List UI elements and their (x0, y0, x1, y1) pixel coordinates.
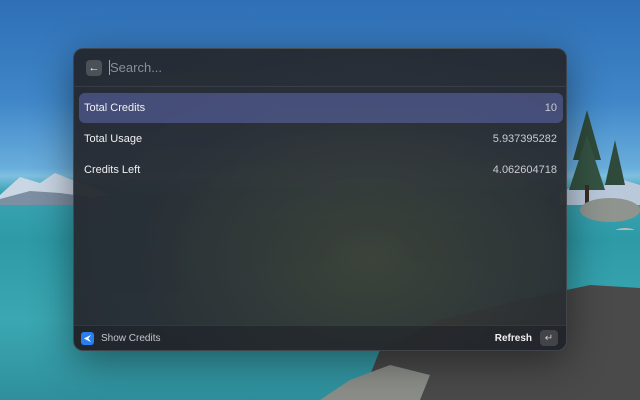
action-bar: Show Credits Refresh ↵ (74, 325, 566, 350)
command-info: Show Credits (81, 331, 161, 345)
results-list: Total Credits 10 Total Usage 5.937395282… (79, 93, 563, 186)
return-key-icon: ↵ (540, 330, 558, 346)
list-item-label: Total Usage (84, 133, 143, 145)
wallpaper-trees (569, 110, 640, 230)
back-button[interactable]: ← (86, 59, 102, 76)
list-item-value: 4.062604718 (492, 164, 557, 176)
search-bar: ← (74, 49, 566, 87)
list-item-value: 10 (544, 102, 557, 114)
raycast-app-icon (81, 331, 94, 345)
search-input[interactable] (110, 60, 510, 75)
primary-action[interactable]: Refresh ↵ (495, 330, 558, 346)
list-item-label: Total Credits (84, 102, 146, 114)
refresh-action-label: Refresh (494, 332, 532, 344)
back-arrow-icon: ← (88, 61, 100, 74)
command-palette-window: ← Total Credits 10 Total Usage 5.9373952… (73, 48, 567, 351)
list-item[interactable]: Total Usage 5.937395282 (79, 124, 563, 154)
list-item[interactable]: Credits Left 4.062604718 (79, 155, 563, 185)
list-item-label: Credits Left (84, 164, 141, 176)
command-title: Show Credits (101, 332, 161, 344)
list-item[interactable]: Total Credits 10 (79, 93, 563, 123)
list-item-value: 5.937395282 (492, 133, 557, 145)
